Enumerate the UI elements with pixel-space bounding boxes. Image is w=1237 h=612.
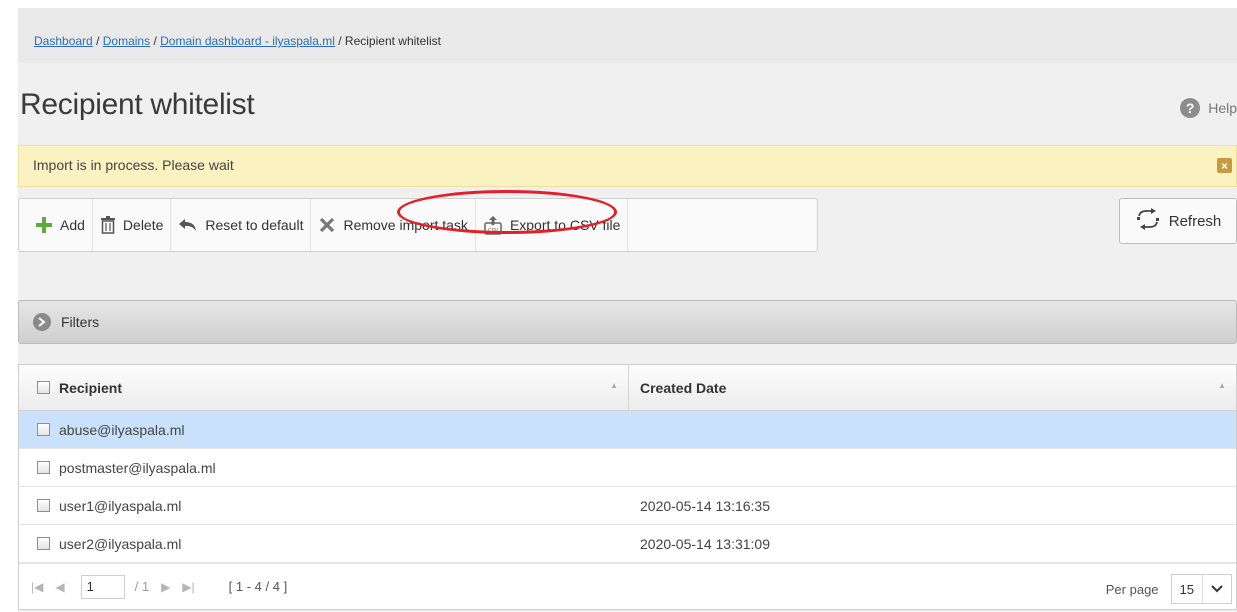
table-row[interactable]: postmaster@ilyaspala.ml (19, 449, 1236, 487)
page-title: Recipient whitelist (20, 88, 255, 121)
per-page-label: Per page (1105, 581, 1159, 597)
breadcrumb: Dashboard / Domains / Domain dashboard -… (18, 8, 1237, 63)
trash-icon (100, 216, 116, 234)
plus-icon (35, 216, 53, 234)
table-row[interactable]: user1@ilyaspala.ml 2020-05-14 13:16:35 (19, 487, 1236, 525)
cell-created-date (629, 449, 1236, 486)
recipient-email: postmaster@ilyaspala.ml (59, 459, 216, 476)
export-csv-icon: CSV (483, 215, 503, 235)
column-label-recipient: Recipient (59, 379, 123, 396)
svg-text:CSV: CSV (488, 228, 499, 234)
close-icon[interactable]: × (1217, 158, 1232, 173)
pagination-bar: |◀ ◀ / 1 ▶ ▶| [ 1 - 4 / 4 ] Per page 15 (19, 563, 1236, 609)
record-range: [ 1 - 4 / 4 ] (228, 579, 288, 594)
page: Dashboard / Domains / Domain dashboard -… (18, 8, 1237, 612)
cell-created-date: 2020-05-14 13:31:09 (640, 535, 770, 552)
recipient-email: user1@ilyaspala.ml (59, 497, 182, 514)
cell-created-date (629, 411, 1236, 448)
breadcrumb-separator: / (338, 34, 342, 48)
total-pages: / 1 (134, 579, 150, 594)
toolbar: Add Delete Reset to default Remove impor… (18, 190, 818, 252)
column-header-recipient[interactable]: Recipient ▲ (19, 365, 629, 410)
question-circle-icon: ? (1180, 98, 1201, 118)
recipient-email: user2@ilyaspala.ml (59, 535, 182, 552)
remove-import-task-button[interactable]: Remove import task (311, 199, 476, 251)
row-checkbox[interactable] (37, 461, 50, 474)
import-notice: Import is in process. Please wait × (18, 145, 1237, 187)
add-button[interactable]: Add (19, 199, 93, 251)
cell-recipient: postmaster@ilyaspala.ml (19, 449, 629, 486)
cell-recipient: user1@ilyaspala.ml (19, 487, 629, 524)
next-page-icon[interactable]: ▶ (161, 580, 170, 594)
add-label: Add (60, 217, 85, 233)
table-row[interactable]: user2@ilyaspala.ml 2020-05-14 13:31:09 (19, 525, 1236, 563)
delete-button[interactable]: Delete (93, 199, 172, 251)
cell-created-date: 2020-05-14 13:16:35 (640, 497, 770, 514)
recipient-email: abuse@ilyaspala.ml (59, 421, 185, 438)
per-page-value: 15 (1172, 575, 1203, 603)
help-link[interactable]: ? Help (1180, 98, 1237, 118)
export-label: Export to CSV file (509, 217, 621, 233)
sort-arrow-icon: ▲ (610, 381, 618, 390)
row-checkbox[interactable] (37, 499, 50, 512)
x-mark-icon (318, 216, 336, 234)
help-label: Help (1208, 100, 1237, 116)
row-checkbox[interactable] (37, 423, 50, 436)
previous-page-icon[interactable]: ◀ (55, 580, 64, 594)
page-number-input[interactable] (80, 574, 125, 599)
breadcrumb-link-dashboard[interactable]: Dashboard (34, 34, 93, 48)
chevron-down-icon (1203, 585, 1231, 593)
undo-arrow-icon (178, 217, 198, 233)
first-page-icon[interactable]: |◀ (31, 580, 43, 594)
cell-recipient: abuse@ilyaspala.ml (19, 411, 629, 448)
breadcrumb-current: Recipient whitelist (344, 34, 441, 48)
remove-import-label: Remove import task (343, 217, 468, 233)
breadcrumb-separator: / (153, 34, 157, 48)
row-checkbox[interactable] (37, 537, 50, 550)
refresh-button[interactable]: Refresh (1119, 198, 1237, 244)
column-header-created-date[interactable]: Created Date ▲ (629, 365, 1236, 410)
reset-to-default-button[interactable]: Reset to default (171, 199, 312, 251)
per-page-control: Per page 15 (1106, 574, 1232, 604)
filters-panel-toggle[interactable]: Filters (18, 300, 1237, 344)
select-all-checkbox[interactable] (37, 381, 50, 394)
refresh-icon (1135, 208, 1161, 234)
cell-recipient: user2@ilyaspala.ml (19, 525, 629, 562)
column-label-created-date: Created Date (640, 379, 727, 396)
filters-label: Filters (61, 314, 100, 330)
breadcrumb-link-domain-dashboard[interactable]: Domain dashboard - ilyaspala.ml (160, 34, 335, 48)
export-csv-button[interactable]: CSV Export to CSV file (476, 199, 629, 251)
delete-label: Delete (122, 217, 164, 233)
reset-label: Reset to default (205, 217, 304, 233)
breadcrumb-separator: / (96, 34, 100, 48)
table-row[interactable]: abuse@ilyaspala.ml (19, 411, 1236, 449)
chevron-right-icon (33, 313, 51, 331)
recipient-table: Recipient ▲ Created Date ▲ abuse@ilyaspa… (18, 364, 1237, 610)
notice-text: Import is in process. Please wait (33, 157, 234, 173)
table-header: Recipient ▲ Created Date ▲ (19, 365, 1236, 411)
refresh-label: Refresh (1168, 212, 1222, 230)
per-page-select[interactable]: 15 (1170, 574, 1232, 604)
breadcrumb-link-domains[interactable]: Domains (103, 34, 150, 48)
sort-arrow-icon: ▲ (1218, 381, 1226, 390)
last-page-icon[interactable]: ▶| (182, 580, 194, 594)
